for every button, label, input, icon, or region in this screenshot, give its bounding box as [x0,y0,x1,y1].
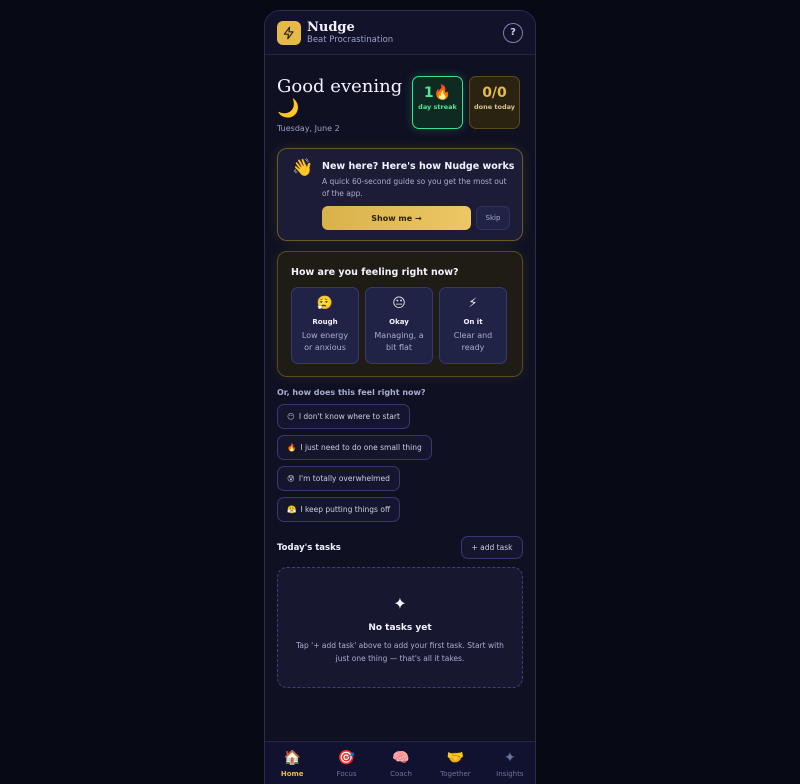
mood-option-on-it[interactable]: ⚡ On it Clear and ready [439,287,507,364]
streak-label: day streak [418,103,457,111]
mood-title: How are you feeling right now? [291,267,459,278]
empty-title: No tasks yet [368,623,432,633]
streak-card: 1🔥 day streak [412,76,463,129]
app-window: Nudge Beat Procrastination ? Good evenin… [264,10,536,784]
nav-label: Insights [496,770,524,778]
app-header: Nudge Beat Procrastination ? [265,11,535,55]
streak-value: 1🔥 [423,85,452,101]
empty-text: Tap '+ add task' above to add your first… [296,641,504,663]
mood-name: Rough [312,318,338,326]
nav-label: Coach [390,770,412,778]
nav-label: Together [440,770,471,778]
mood-name: On it [463,318,483,326]
show-me-button[interactable]: Show me → [322,206,471,230]
done-label: done today [473,103,516,111]
bottom-nav: 🏠 Home 🎯 Focus 🧠 Coach 🤝 Together ✦ Insi… [265,741,535,784]
nav-label: Home [280,770,304,778]
nav-home[interactable]: 🏠 Home [265,742,319,784]
skip-button[interactable]: Skip [476,206,510,230]
add-task-button[interactable]: + add task [461,536,523,559]
mood-desc: Managing, a bit flat [374,331,424,352]
onboarding-title: New here? Here's how Nudge works [322,161,515,172]
nav-together[interactable]: 🤝 Together [428,742,482,784]
nav-coach[interactable]: 🧠 Coach [374,742,428,784]
huffing-face-icon: 😤 [287,505,297,514]
home-icon: 🏠 [283,750,301,766]
greeting-text: Good evening 🌙 [277,76,403,119]
chip-text: I don't know where to start [298,412,400,421]
mood-option-okay[interactable]: 😐 Okay Managing, a bit flat [365,287,433,364]
lightning-logo-icon [277,20,301,45]
mood-desc: Low energy or anxious [301,331,349,352]
prompt-chip-small-thing[interactable]: 🔥 I just need to do one small thing [277,435,432,460]
exhale-face-icon: 😮‍💨 [316,296,334,311]
prompt-chip-overwhelmed[interactable]: 😰 I'm totally overwhelmed [277,466,400,491]
nav-focus[interactable]: 🎯 Focus [319,742,373,784]
handshake-icon: 🤝 [446,750,465,766]
target-icon: 🎯 [337,750,356,766]
neutral-face-icon: 😐 [392,296,406,311]
app-name: Nudge [307,19,355,35]
nav-label: Focus [336,770,357,778]
done-value: 0/0 [482,85,507,101]
prompt-chip-putting-off[interactable]: 😤 I keep putting things off [277,497,401,522]
prompt-chip-start[interactable]: 😶 I don't know where to start [277,404,410,429]
chip-text: I keep putting things off [300,505,391,514]
mood-desc: Clear and ready [453,331,493,352]
empty-tasks-state: ✦ No tasks yet Tap '+ add task' above to… [277,567,523,688]
chip-text: I'm totally overwhelmed [298,474,390,483]
brand: Nudge Beat Procrastination [307,21,393,45]
prompt-label: Or, how does this feel right now? [277,388,426,397]
date-label: Tuesday, June 2 [277,124,340,133]
nav-insights[interactable]: ✦ Insights [483,742,535,784]
chip-text: I just need to do one small thing [300,443,422,452]
help-button[interactable]: ? [503,22,523,43]
anxious-face-icon: 😰 [287,474,295,483]
wave-icon: 👋 [292,158,314,178]
tasks-heading: Today's tasks [277,543,341,553]
onboarding-card: 👋 New here? Here's how Nudge works A qui… [277,148,523,241]
onboarding-text: A quick 60-second guide so you get the m… [322,177,507,198]
mood-option-rough[interactable]: 😮‍💨 Rough Low energy or anxious [291,287,359,364]
lightning-icon: ⚡ [468,296,478,311]
app-tagline: Beat Procrastination [307,34,394,45]
mood-name: Okay [389,318,409,326]
brain-icon: 🧠 [392,750,410,766]
blank-face-icon: 😶 [287,412,295,421]
sparkle-icon: ✦ [503,750,516,766]
greeting-section: Good evening 🌙 Tuesday, June 2 1🔥 day st… [277,76,523,136]
sparkle-icon: ✦ [393,594,407,613]
mood-card: How are you feeling right now? 😮‍💨 Rough… [277,251,523,377]
done-today-card: 0/0 done today [469,76,520,129]
fire-icon: 🔥 [287,443,297,452]
